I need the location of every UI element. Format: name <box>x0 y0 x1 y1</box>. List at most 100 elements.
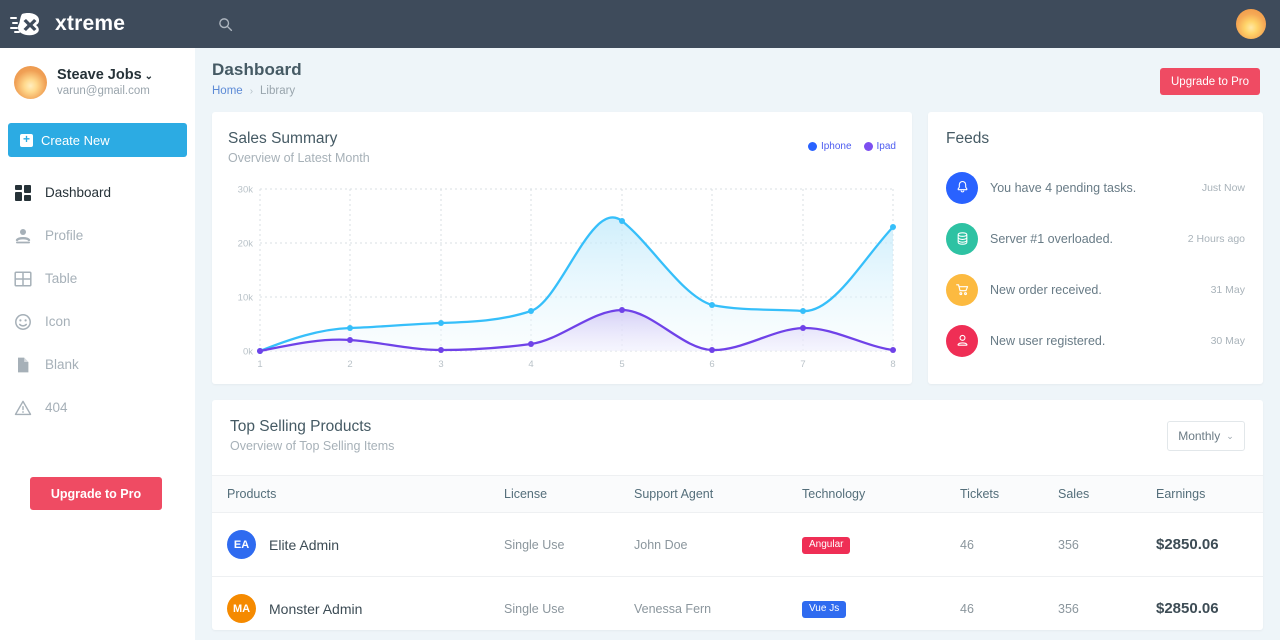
table-row[interactable]: MA Monster Admin Single Use Venessa Fern… <box>212 576 1263 630</box>
database-icon <box>946 222 978 255</box>
svg-text:7: 7 <box>800 359 805 370</box>
sales-chart[interactable]: 30k 20k 10k 0k 1 2 3 4 5 6 7 8 <box>228 179 896 375</box>
cell-tickets: 46 <box>960 576 1058 630</box>
sidebar-item-icon[interactable]: Icon <box>0 300 195 343</box>
cell-license: Single Use <box>504 576 634 630</box>
svg-text:3: 3 <box>438 359 443 370</box>
column-header-support-agent[interactable]: Support Agent <box>634 475 802 513</box>
list-item[interactable]: New user registered. 30 May <box>946 315 1245 366</box>
column-header-products[interactable]: Products <box>212 475 504 513</box>
cart-icon <box>946 273 978 306</box>
create-new-button[interactable]: + Create New <box>8 123 187 158</box>
column-header-tickets[interactable]: Tickets <box>960 475 1058 513</box>
earnings-value: $2850.06 <box>1156 536 1219 553</box>
top-selling-header: Top Selling Products Overview of Top Sel… <box>212 418 1263 453</box>
legend-item-ipad[interactable]: Ipad <box>863 141 896 152</box>
avatar[interactable] <box>1236 9 1266 39</box>
cell-sales: 356 <box>1058 576 1156 630</box>
svg-text:8: 8 <box>890 359 895 370</box>
svg-text:20k: 20k <box>238 239 254 250</box>
svg-text:2: 2 <box>347 359 352 370</box>
top-selling-products-card: Top Selling Products Overview of Top Sel… <box>212 400 1263 630</box>
status-badge: Vue Js <box>802 600 847 618</box>
feed-text: You have 4 pending tasks. <box>990 180 1137 195</box>
period-filter-dropdown[interactable]: Monthly ⌄ <box>1167 421 1245 451</box>
column-header-technology[interactable]: Technology <box>802 475 960 513</box>
sidebar-item-404[interactable]: 404 <box>0 386 195 429</box>
cell-earnings: $2850.06 <box>1156 512 1263 577</box>
svg-text:0k: 0k <box>243 347 253 358</box>
product-name: Elite Admin <box>269 536 340 553</box>
svg-text:4: 4 <box>528 359 533 370</box>
legend-item-iphone[interactable]: Iphone <box>807 141 852 152</box>
cell-agent: Venessa Fern <box>634 576 802 630</box>
period-filter-value: Monthly <box>1178 429 1221 443</box>
cell-technology: Angular <box>802 512 960 577</box>
avatar: MA <box>227 594 256 623</box>
main-content: Dashboard Home › Library Upgrade to Pro … <box>195 48 1280 640</box>
table-body: EA Elite Admin Single Use John Doe Angul… <box>212 512 1263 630</box>
search-icon <box>218 17 232 31</box>
table-row[interactable]: EA Elite Admin Single Use John Doe Angul… <box>212 512 1263 577</box>
top-selling-table: Products License Support Agent Technolog… <box>212 475 1263 630</box>
list-item[interactable]: Server #1 overloaded. 2 Hours ago <box>946 213 1245 264</box>
header-upgrade-to-pro-button[interactable]: Upgrade to Pro <box>1160 68 1260 95</box>
legend-label: Iphone <box>820 141 852 152</box>
table-header-row: Products License Support Agent Technolog… <box>212 475 1263 513</box>
sales-summary-title: Sales Summary <box>228 130 338 147</box>
feed-time: 30 May <box>1210 334 1245 347</box>
create-new-label: Create New <box>41 132 110 148</box>
column-header-license[interactable]: License <box>504 475 634 513</box>
sales-summary-card: Sales Summary Overview of Latest Month I… <box>212 112 912 384</box>
breadcrumb-separator-icon: › <box>249 85 254 97</box>
user-icon <box>946 324 978 357</box>
chevron-down-icon[interactable]: ⌄ <box>145 71 153 84</box>
table-icon <box>14 271 32 287</box>
bell-icon <box>946 171 978 204</box>
svg-text:10k: 10k <box>238 293 254 304</box>
sidebar-item-blank[interactable]: Blank <box>0 343 195 386</box>
legend-dot-icon <box>863 142 873 151</box>
dashboard-icon <box>15 184 31 201</box>
sidebar-upgrade-label: Upgrade to Pro <box>50 486 142 501</box>
feeds-card: Feeds You have 4 pending tasks. Just Now… <box>928 112 1263 384</box>
topbar-right-group <box>1236 9 1280 39</box>
sidebar-item-label: Dashboard <box>45 185 112 201</box>
sidebar-user-name-row: Steave Jobs ⌄ <box>57 66 153 84</box>
sidebar-item-table[interactable]: Table <box>0 257 195 300</box>
sidebar-item-label: Icon <box>45 314 71 330</box>
top-navbar: xtreme <box>0 0 1280 48</box>
plus-icon: + <box>20 133 33 147</box>
page-header: Dashboard Home › Library Upgrade to Pro <box>195 48 1280 112</box>
sidebar-item-label: Blank <box>45 357 79 373</box>
chart-legend: Iphone Ipad <box>807 141 896 152</box>
column-header-sales[interactable]: Sales <box>1058 475 1156 513</box>
cell-technology: Vue Js <box>802 576 960 630</box>
legend-dot-icon <box>807 142 817 151</box>
avatar: EA <box>227 530 256 559</box>
earnings-value: $2850.06 <box>1156 600 1219 617</box>
sales-area-chart: 30k 20k 10k 0k 1 2 3 4 5 6 7 8 <box>238 185 896 370</box>
smiley-icon <box>15 313 31 330</box>
profile-icon <box>15 228 31 243</box>
table-header: Products License Support Agent Technolog… <box>212 475 1263 513</box>
svg-text:30k: 30k <box>238 185 254 196</box>
breadcrumb-current: Library <box>260 85 296 97</box>
list-item[interactable]: You have 4 pending tasks. Just Now <box>946 162 1245 213</box>
brand-logo[interactable]: xtreme <box>0 0 195 48</box>
file-icon <box>18 357 29 372</box>
column-header-earnings[interactable]: Earnings <box>1156 475 1263 513</box>
xtreme-logo-icon <box>10 13 40 36</box>
sidebar-user-profile[interactable]: Steave Jobs ⌄ varun@gmail.com <box>0 48 195 115</box>
cell-earnings: $2850.06 <box>1156 576 1263 630</box>
brand-name: xtreme <box>55 12 126 35</box>
sidebar-user-email: varun@gmail.com <box>57 85 150 98</box>
top-selling-title: Top Selling Products <box>230 418 372 435</box>
sidebar-upgrade-to-pro-button[interactable]: Upgrade to Pro <box>30 477 162 510</box>
sidebar-item-label: 404 <box>45 400 68 416</box>
breadcrumb-home-link[interactable]: Home <box>212 85 243 97</box>
sidebar-item-profile[interactable]: Profile <box>0 214 195 257</box>
search-button[interactable] <box>205 0 245 48</box>
list-item[interactable]: New order received. 31 May <box>946 264 1245 315</box>
sidebar-item-dashboard[interactable]: Dashboard <box>0 171 195 214</box>
